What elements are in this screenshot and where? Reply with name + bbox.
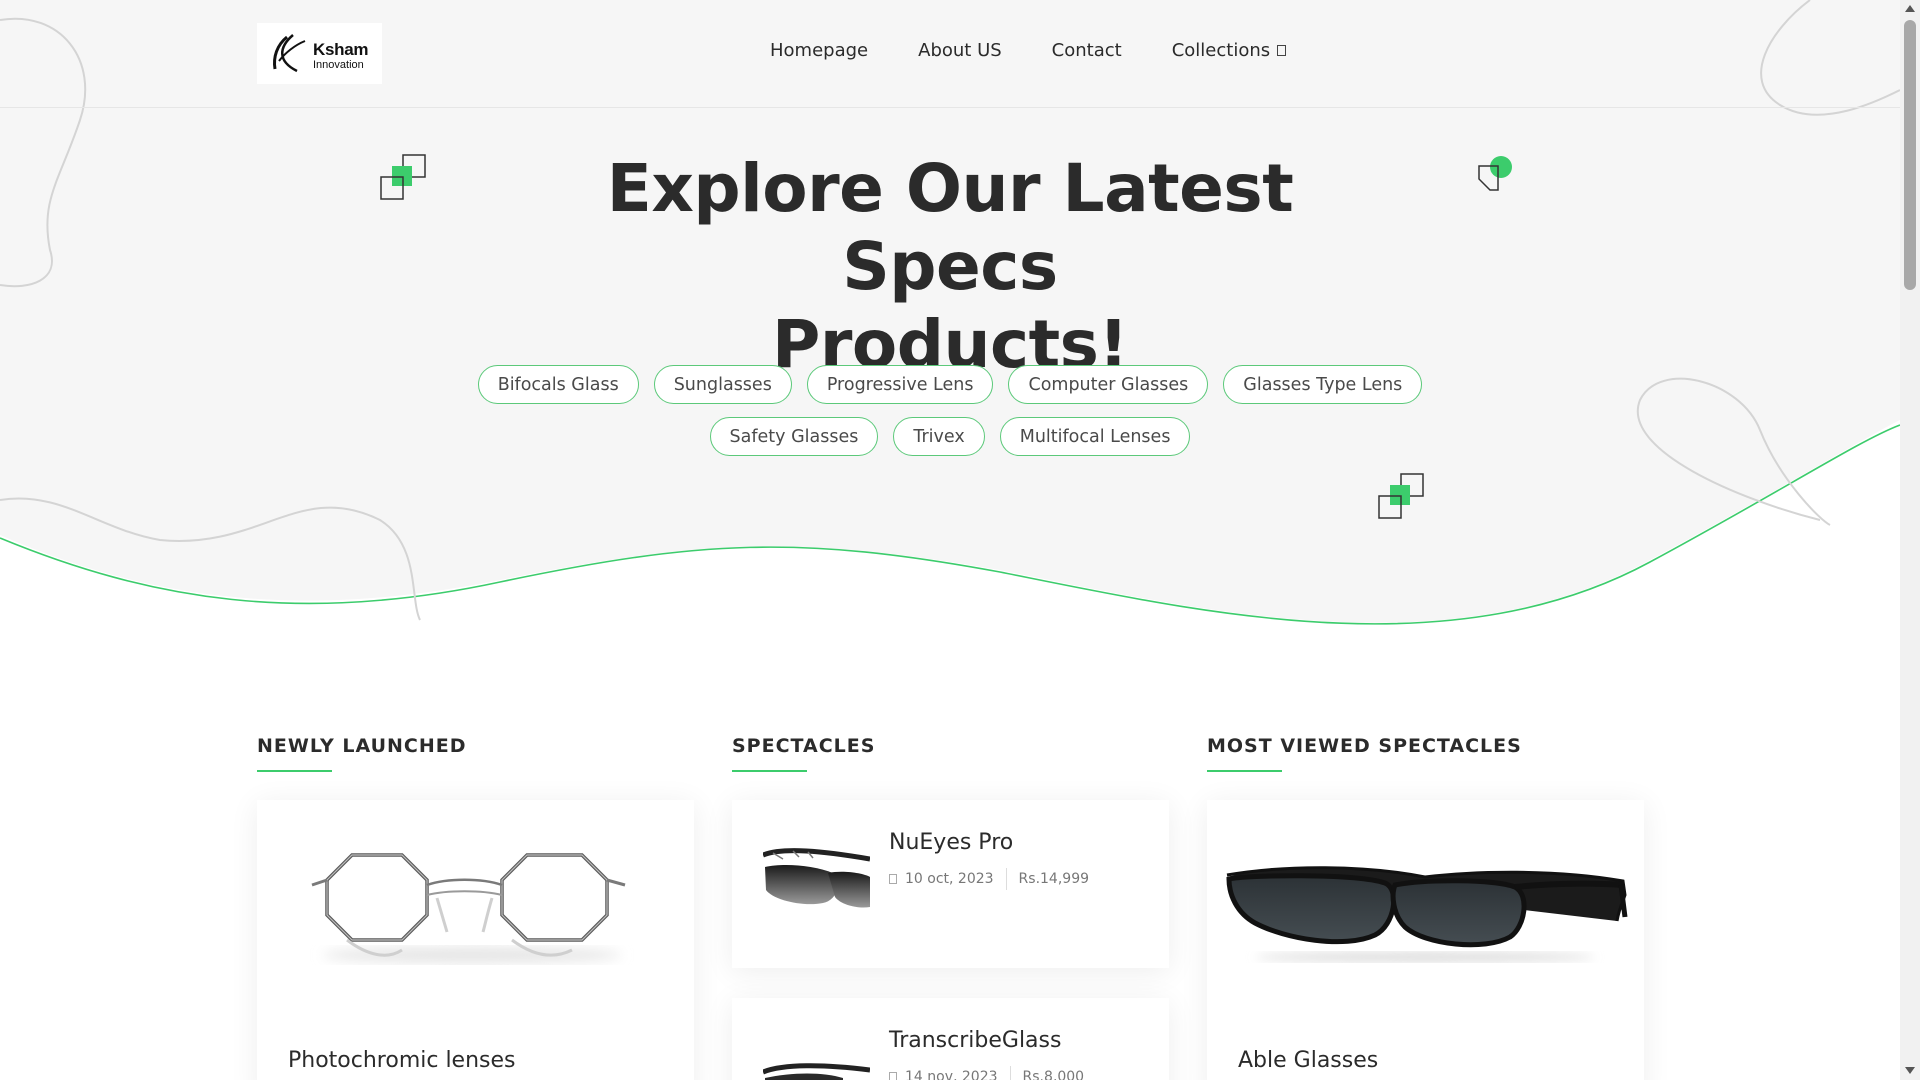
product-name: Able Glasses <box>1238 1048 1379 1073</box>
nav-label: Homepage <box>770 40 869 61</box>
nav-about-us[interactable]: About US <box>918 40 1002 61</box>
section-underline <box>257 770 332 772</box>
scroll-down-icon[interactable] <box>1905 1067 1915 1074</box>
hero-title-line1: Explore Our Latest Specs <box>606 150 1294 305</box>
most-viewed-section: MOST VIEWED SPECTACLES <box>1207 735 1644 772</box>
square-shape-icon <box>380 154 426 200</box>
main-nav: Homepage About US Contact Collections <box>770 40 1336 61</box>
square-shape-icon <box>1378 473 1424 519</box>
tag-glasses-type-lens[interactable]: Glasses Type Lens <box>1223 365 1423 404</box>
nav-label: Contact <box>1051 40 1122 61</box>
nav-label: About US <box>918 40 1002 61</box>
spectacles-section: SPECTACLES <box>732 735 1169 772</box>
black-sunglasses-image <box>763 1063 870 1080</box>
divider <box>1009 1066 1011 1080</box>
product-price: Rs.8,000 <box>1022 1069 1085 1080</box>
page-scrollbar[interactable] <box>1900 0 1920 1080</box>
spectacle-list-item[interactable]: NuEyes Pro 10 oct, 2023 Rs.14,999 <box>732 800 1169 968</box>
product-date: 10 oct, 2023 <box>905 871 994 887</box>
nav-label: Collections <box>1171 40 1271 61</box>
product-date: 14 nov, 2023 <box>905 1069 998 1080</box>
circle-shape-icon <box>1478 156 1512 191</box>
tag-row: Safety Glasses Trivex Multifocal Lenses <box>470 417 1430 456</box>
tag-trivex[interactable]: Trivex <box>893 417 985 456</box>
nav-contact[interactable]: Contact <box>1052 40 1122 61</box>
nav-collections[interactable]: Collections <box>1171 40 1287 61</box>
k-swoosh-logo-icon <box>273 34 306 73</box>
hero-title: Explore Our Latest Specs Products! <box>500 150 1400 384</box>
brand-name: Ksham <box>313 40 369 59</box>
scroll-up-icon[interactable] <box>1905 5 1915 12</box>
section-underline <box>1207 770 1282 772</box>
product-price: Rs.14,999 <box>1018 871 1090 887</box>
tag-progressive-lens[interactable]: Progressive Lens <box>806 365 994 404</box>
chevron-down-icon <box>1277 45 1287 56</box>
tag-row: Bifocals Glass Sunglasses Progressive Le… <box>470 365 1430 404</box>
logo[interactable]: Ksham Innovation <box>257 23 382 84</box>
calendar-icon <box>889 1072 897 1080</box>
scrollbar-thumb[interactable] <box>1904 20 1916 290</box>
tag-computer-glasses[interactable]: Computer Glasses <box>1008 365 1209 404</box>
product-name: Photochromic lenses <box>288 1048 516 1073</box>
tag-bifocals-glass[interactable]: Bifocals Glass <box>477 365 639 404</box>
nav-homepage[interactable]: Homepage <box>770 40 868 61</box>
product-meta: 14 nov, 2023 Rs.8,000 <box>889 1066 1084 1080</box>
section-underline <box>732 770 807 772</box>
product-name: TranscribeGlass <box>889 1028 1062 1053</box>
section-title: SPECTACLES <box>732 735 876 757</box>
black-wayfarer-sunglasses-image <box>1226 866 1628 962</box>
divider <box>1005 868 1007 890</box>
brand-tagline: Innovation <box>313 59 364 71</box>
black-sunglasses-image <box>763 848 870 908</box>
octagonal-wire-glasses-image <box>311 853 626 963</box>
calendar-icon <box>889 874 897 884</box>
category-tags: Bifocals Glass Sunglasses Progressive Le… <box>470 365 1430 469</box>
product-name: NuEyes Pro <box>889 830 1014 855</box>
section-title: MOST VIEWED SPECTACLES <box>1207 735 1522 757</box>
site-header: Ksham Innovation Homepage About US Conta… <box>0 0 1900 108</box>
newly-launched-section: NEWLY LAUNCHED <box>257 735 694 772</box>
spectacle-list-item[interactable]: TranscribeGlass 14 nov, 2023 Rs.8,000 <box>732 998 1169 1080</box>
section-title: NEWLY LAUNCHED <box>257 735 467 757</box>
product-meta: 10 oct, 2023 Rs.14,999 <box>889 868 1089 890</box>
tag-safety-glasses[interactable]: Safety Glasses <box>709 417 879 456</box>
tag-multifocal-lenses[interactable]: Multifocal Lenses <box>999 417 1191 456</box>
tag-sunglasses[interactable]: Sunglasses <box>653 365 792 404</box>
product-card[interactable]: Photochromic lenses <box>257 800 694 1080</box>
product-card[interactable]: Able Glasses <box>1207 800 1644 1080</box>
